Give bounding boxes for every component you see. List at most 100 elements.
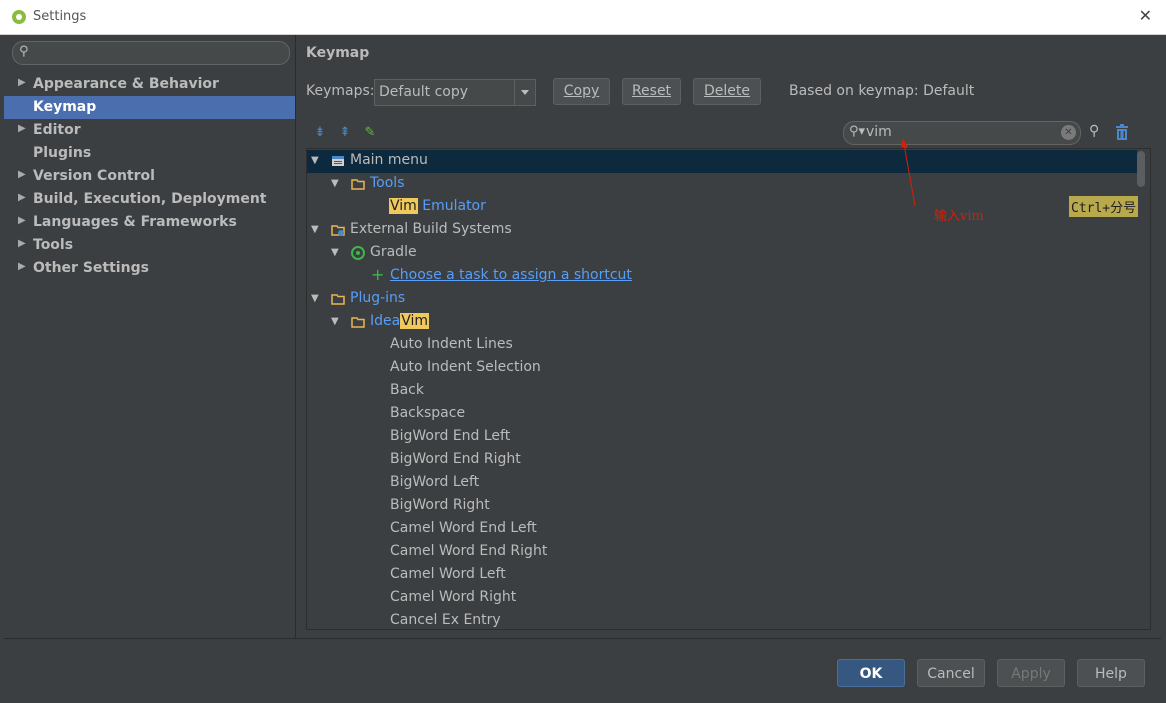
collapse-all-icon[interactable]: ⇞ — [337, 125, 353, 140]
tree-row-plugins[interactable]: ▼ Plug-ins — [307, 288, 1137, 311]
keymap-select[interactable]: Default copy — [374, 79, 536, 106]
tree-scrollbar[interactable] — [1137, 151, 1145, 187]
keymap-filter-input[interactable]: ⚲▾ vim ✕ — [843, 121, 1081, 145]
tree-row-action[interactable]: Back — [307, 380, 1137, 403]
settings-search-input[interactable]: ⚲ — [12, 41, 290, 65]
expand-arrow-icon[interactable]: ▼ — [311, 155, 319, 166]
keymap-select-value: Default copy — [379, 84, 469, 100]
reset-button[interactable]: Reset — [622, 78, 681, 105]
choose-task-link[interactable]: Choose a task to assign a shortcut — [390, 267, 632, 283]
search-options-icon[interactable]: ⚲▾ — [849, 124, 865, 139]
expand-arrow-icon[interactable]: ▼ — [331, 247, 339, 258]
tree-row-action[interactable]: BigWord Left — [307, 472, 1137, 495]
tree-label-prefix: Idea — [370, 313, 401, 329]
expand-arrow-icon[interactable]: ▶ — [18, 169, 26, 180]
tree-label: Gradle — [370, 244, 417, 260]
tree-label: Back — [390, 382, 424, 398]
sidebar-item-editor[interactable]: ▶ Editor — [4, 119, 295, 142]
tree-row-action[interactable]: Camel Word Left — [307, 564, 1137, 587]
tree-label: Camel Word Left — [390, 566, 506, 582]
sidebar-item-build-execution-deployment[interactable]: ▶ Build, Execution, Deployment — [4, 188, 295, 211]
expand-arrow-icon[interactable]: ▶ — [18, 192, 26, 203]
folder-icon — [331, 294, 345, 305]
chevron-down-icon[interactable] — [514, 80, 535, 105]
find-by-shortcut-icon[interactable]: ⚲ — [1089, 123, 1099, 139]
expand-arrow-icon[interactable]: ▶ — [18, 238, 26, 249]
sidebar-item-appearance-behavior[interactable]: ▶ Appearance & Behavior — [4, 73, 295, 96]
tree-row-choose-task[interactable]: + Choose a task to assign a shortcut — [307, 265, 1137, 288]
expand-arrow-icon[interactable]: ▶ — [18, 215, 26, 226]
annotation-arrow — [901, 138, 916, 207]
based-on-keymap: Based on keymap: Default — [789, 83, 975, 99]
tree-label: Auto Indent Lines — [390, 336, 513, 352]
search-highlight: Vim — [389, 198, 418, 214]
add-icon: + — [371, 265, 385, 284]
cancel-button[interactable]: Cancel — [917, 659, 985, 687]
sidebar-item-label: Build, Execution, Deployment — [33, 191, 267, 207]
tree-row-action[interactable]: Camel Word Right — [307, 587, 1137, 610]
window-title: Settings — [33, 9, 87, 24]
tree-row-action[interactable]: BigWord End Left — [307, 426, 1137, 449]
tree-row-vim-emulator[interactable]: Vim Emulator — [307, 196, 1137, 219]
sidebar-item-label: Keymap — [33, 99, 97, 115]
settings-sidebar: ⚲ ▶ Appearance & Behavior Keymap ▶ Editor Plu… — [4, 35, 296, 638]
tree-row-action[interactable]: Cancel Ex Entry — [307, 610, 1137, 629]
sidebar-item-label: Languages & Frameworks — [33, 214, 237, 230]
tree-row-external-build[interactable]: ▼ External Build Systems — [307, 219, 1137, 242]
android-studio-icon — [12, 10, 26, 24]
search-icon: ⚲ — [19, 44, 29, 59]
keymap-tree: ▼ Main menu ▼ Tools Vim Emulator ▼ Exter… — [306, 148, 1151, 630]
tree-row-gradle[interactable]: ▼ Gradle — [307, 242, 1137, 265]
ok-button[interactable]: OK — [837, 659, 905, 687]
clear-shortcuts-icon[interactable] — [1115, 124, 1129, 140]
sidebar-item-plugins[interactable]: Plugins — [4, 142, 295, 165]
expand-arrow-icon[interactable]: ▼ — [331, 316, 339, 327]
expand-arrow-icon[interactable]: ▶ — [18, 123, 26, 134]
sidebar-item-other-settings[interactable]: ▶ Other Settings — [4, 257, 295, 280]
clear-filter-icon[interactable]: ✕ — [1061, 125, 1076, 140]
expand-arrow-icon[interactable]: ▶ — [18, 261, 26, 272]
tree-label: Plug-ins — [350, 290, 406, 306]
menu-icon — [332, 156, 344, 166]
expand-all-icon[interactable]: ⇟ — [312, 125, 328, 140]
copy-button[interactable]: Copy — [553, 78, 610, 105]
tree-label: Camel Word Right — [390, 589, 517, 605]
tree-label: Main menu — [350, 152, 428, 168]
sidebar-item-label: Other Settings — [33, 260, 149, 276]
tree-label: Camel Word End Left — [390, 520, 537, 536]
tree-row-action[interactable]: Camel Word End Left — [307, 518, 1137, 541]
tree-row-action[interactable]: BigWord Right — [307, 495, 1137, 518]
expand-arrow-icon[interactable]: ▶ — [18, 77, 26, 88]
tree-row-action[interactable]: Auto Indent Lines — [307, 334, 1137, 357]
apply-button[interactable]: Apply — [997, 659, 1065, 687]
title-bar: Settings ✕ — [0, 0, 1166, 35]
tree-row-action[interactable]: Backspace — [307, 403, 1137, 426]
tree-row-action[interactable]: Auto Indent Selection — [307, 357, 1137, 380]
tree-label: Cancel Ex Entry — [390, 612, 501, 628]
search-highlight: Vim — [400, 313, 430, 329]
tree-label: BigWord End Left — [390, 428, 511, 444]
sidebar-item-version-control[interactable]: ▶ Version Control — [4, 165, 295, 188]
tree-row-tools[interactable]: ▼ Tools — [307, 173, 1137, 196]
sidebar-item-keymap[interactable]: Keymap — [4, 96, 295, 119]
tree-row-action[interactable]: Camel Word End Right — [307, 541, 1137, 564]
tree-row-action[interactable]: BigWord End Right — [307, 449, 1137, 472]
expand-arrow-icon[interactable]: ▼ — [311, 293, 319, 304]
annotation-text: 输入vim — [934, 209, 984, 224]
shortcut-badge: Ctrl+分号 — [1069, 196, 1139, 217]
expand-arrow-icon[interactable]: ▼ — [311, 224, 319, 235]
tree-label: Tools — [370, 175, 405, 191]
keymap-panel: Keymap Keymaps: Default copy Copy Reset … — [296, 35, 1161, 638]
edit-pencil-icon[interactable]: ✎ — [362, 125, 378, 140]
external-build-icon — [331, 225, 345, 236]
sidebar-item-tools[interactable]: ▶ Tools — [4, 234, 295, 257]
help-button[interactable]: Help — [1077, 659, 1145, 687]
sidebar-item-languages-frameworks[interactable]: ▶ Languages & Frameworks — [4, 211, 295, 234]
tree-row-ideavim[interactable]: ▼ IdeaVim — [307, 311, 1137, 334]
close-icon[interactable]: ✕ — [1139, 6, 1152, 25]
tree-row-main-menu[interactable]: ▼ Main menu — [307, 150, 1137, 173]
sidebar-item-label: Appearance & Behavior — [33, 76, 219, 92]
delete-button[interactable]: Delete — [693, 78, 761, 105]
sidebar-item-label: Tools — [33, 237, 74, 253]
expand-arrow-icon[interactable]: ▼ — [331, 178, 339, 189]
